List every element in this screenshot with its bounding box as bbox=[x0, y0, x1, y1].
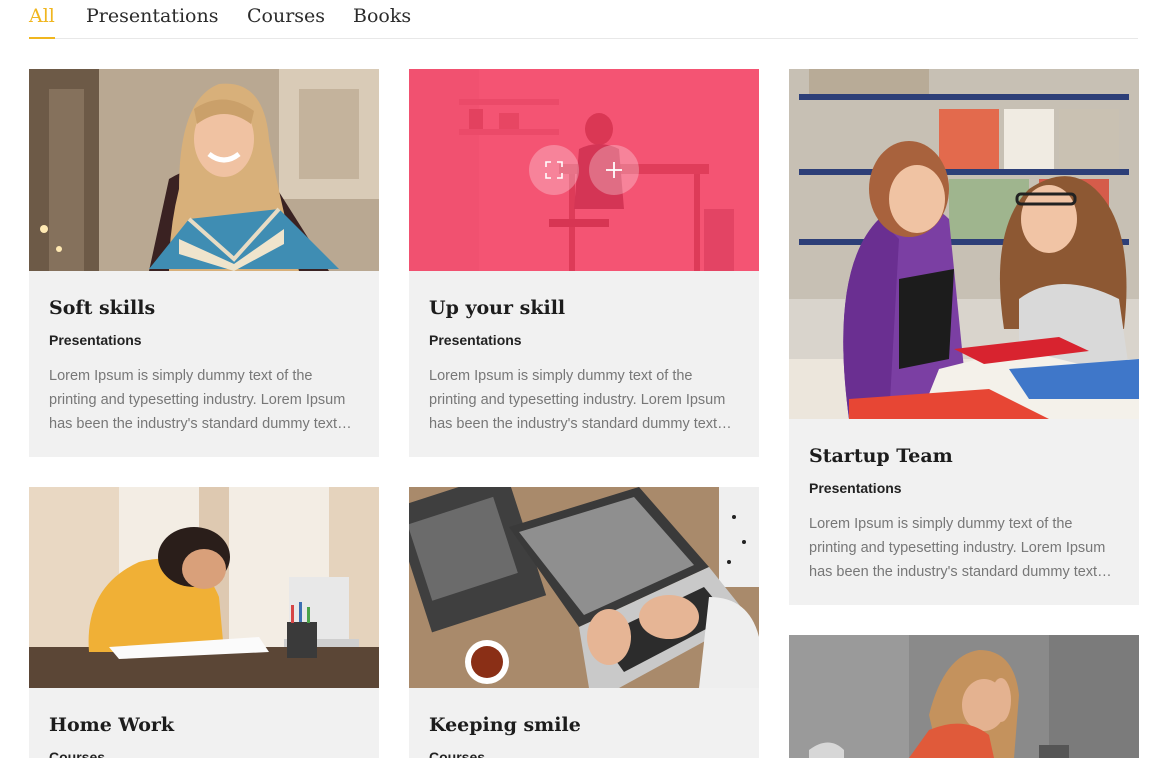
open-project-button[interactable] bbox=[589, 145, 639, 195]
expand-icon bbox=[545, 161, 563, 179]
card-body: Startup Team Presentations Lorem Ipsum i… bbox=[809, 444, 1121, 584]
card-photo-laptop-typing[interactable] bbox=[409, 487, 759, 688]
filter-tab-all[interactable]: All bbox=[29, 4, 55, 39]
card-description: Lorem Ipsum is simply dummy text of the … bbox=[809, 516, 1106, 580]
filter-tab-presentations[interactable]: Presentations bbox=[86, 4, 218, 28]
card-title[interactable]: Home Work bbox=[49, 713, 361, 737]
portfolio-card-stressed-woman[interactable] bbox=[789, 635, 1139, 758]
card-title[interactable]: Keeping smile bbox=[429, 713, 741, 737]
plus-icon bbox=[606, 162, 622, 178]
card-category: Presentations bbox=[49, 332, 142, 348]
card-category: Presentations bbox=[429, 332, 522, 348]
card-description: Lorem Ipsum is simply dummy text of the … bbox=[49, 368, 346, 432]
card-category: Courses bbox=[429, 749, 486, 758]
portfolio-filter-tabs: All Presentations Courses Books bbox=[29, 0, 1138, 39]
card-title[interactable]: Up your skill bbox=[429, 296, 741, 320]
card-category: Courses bbox=[49, 749, 106, 758]
card-photo-girl-at-desk[interactable] bbox=[409, 69, 759, 271]
portfolio-card-up-your-skill[interactable]: Up your skill Presentations Lorem Ipsum … bbox=[409, 69, 759, 457]
card-photo-girl-reading-book[interactable] bbox=[29, 69, 379, 271]
card-photo-stressed-woman[interactable] bbox=[789, 635, 1139, 758]
portfolio-card-startup-team[interactable]: Startup Team Presentations Lorem Ipsum i… bbox=[789, 69, 1139, 605]
card-body: Up your skill Presentations Lorem Ipsum … bbox=[429, 296, 741, 436]
card-title[interactable]: Soft skills bbox=[49, 296, 361, 320]
expand-image-button[interactable] bbox=[529, 145, 579, 195]
portfolio-card-home-work[interactable]: Home Work Courses bbox=[29, 487, 379, 758]
card-body: Home Work Courses bbox=[49, 713, 361, 758]
card-photo-girl-writing-homework[interactable] bbox=[29, 487, 379, 688]
card-title[interactable]: Startup Team bbox=[809, 444, 1121, 468]
card-category: Presentations bbox=[809, 480, 902, 496]
filter-tab-books[interactable]: Books bbox=[353, 4, 411, 28]
filter-tab-courses[interactable]: Courses bbox=[247, 4, 325, 28]
card-body: Keeping smile Courses bbox=[429, 713, 741, 758]
portfolio-card-soft-skills[interactable]: Soft skills Presentations Lorem Ipsum is… bbox=[29, 69, 379, 457]
card-body: Soft skills Presentations Lorem Ipsum is… bbox=[49, 296, 361, 436]
card-hover-overlay bbox=[409, 69, 759, 271]
card-photo-students-studying[interactable] bbox=[789, 69, 1139, 419]
portfolio-card-keeping-smile[interactable]: Keeping smile Courses bbox=[409, 487, 759, 758]
card-description: Lorem Ipsum is simply dummy text of the … bbox=[429, 368, 726, 432]
